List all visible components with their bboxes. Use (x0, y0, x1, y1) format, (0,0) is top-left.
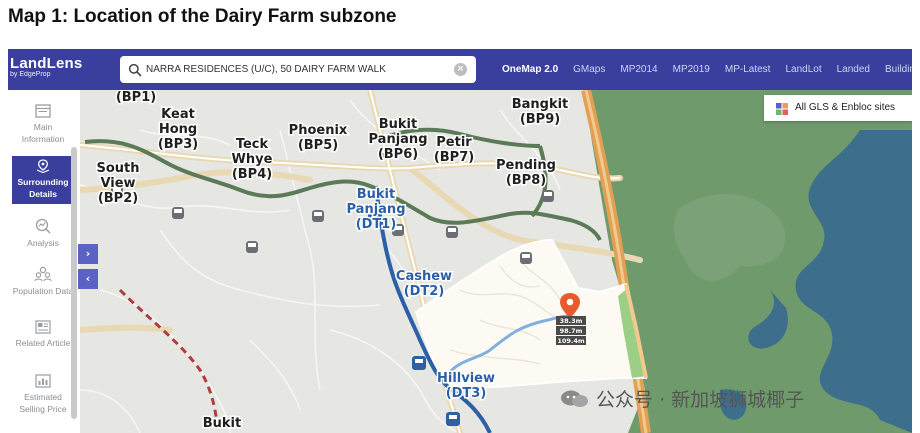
sidebar-item-estimated-selling-price[interactable]: Estimated Selling Price (12, 374, 74, 415)
train-icon (446, 226, 458, 238)
tab-onemap[interactable]: OneMap 2.0 (502, 64, 558, 75)
pin-layers-icon (36, 159, 50, 173)
app-name: LandLens (10, 55, 83, 72)
station-label-bukit: Bukit (203, 416, 241, 431)
mrt-icon (412, 356, 426, 370)
wechat-icon (560, 389, 590, 409)
tab-mp2019[interactable]: MP2019 (673, 64, 710, 75)
train-icon (312, 210, 324, 222)
gls-enbloc-button[interactable]: All GLS & Enbloc sites (764, 95, 912, 121)
sidebar-item-label: Population Data (12, 286, 74, 296)
window-icon (35, 104, 51, 118)
sidebar-item-related-article[interactable]: Related Article (12, 320, 74, 349)
app-logo[interactable]: LandLens by EdgeProp (10, 55, 82, 78)
station-label-bp1: (BP1) (116, 90, 156, 105)
tab-mp2014[interactable]: MP2014 (620, 64, 657, 75)
people-icon (34, 266, 52, 282)
station-label-bp3: Keat Hong (BP3) (158, 107, 198, 152)
sidebar-item-main-information[interactable]: Main Information (12, 104, 74, 145)
train-icon (542, 190, 554, 202)
sidebar-item-surrounding-details[interactable]: Surrounding Details (12, 156, 74, 204)
sidebar: Main Information Surrounding Details Ana… (8, 90, 80, 433)
page-title: Map 1: Location of the Dairy Farm subzon… (8, 6, 397, 27)
tab-landlot[interactable]: LandLot (785, 64, 821, 75)
expand-panel-button[interactable]: › (78, 244, 98, 264)
station-label-bp7: Petir (BP7) (434, 135, 474, 165)
chart-magnifier-icon (35, 218, 51, 234)
sidebar-item-label: Estimated Selling Price (19, 392, 67, 414)
tab-building[interactable]: Buildin (885, 64, 912, 75)
watermark-text: 公众号 · 新加坡狮城椰子 (596, 389, 805, 411)
newspaper-icon (35, 320, 51, 334)
app-byline: by EdgeProp (10, 71, 51, 78)
distance-labels: 38.3m 98.7m 109.4m (556, 316, 586, 345)
sidebar-item-label: Surrounding Details (17, 177, 69, 199)
mrt-icon (446, 412, 460, 426)
sidebar-scrollbar[interactable] (71, 147, 77, 419)
gls-button-label: All GLS & Enbloc sites (795, 102, 896, 113)
grid-icon (776, 103, 788, 115)
sidebar-item-analysis[interactable]: Analysis (12, 218, 74, 249)
basemap-tabs: OneMap 2.0 GMaps MP2014 MP2019 MP-Latest… (502, 49, 912, 90)
tab-landed[interactable]: Landed (837, 64, 870, 75)
watermark: 公众号 · 新加坡狮城椰子 (560, 385, 804, 412)
app-window: LandLens by EdgeProp × OneMap 2.0 GMaps … (8, 49, 912, 433)
station-label-bp4: Teck Whye (BP4) (232, 137, 273, 182)
search-icon (128, 63, 142, 77)
bar-chart-icon (35, 374, 51, 388)
search-box[interactable]: × (120, 56, 476, 83)
train-icon (520, 252, 532, 264)
sidebar-item-label: Related Article (15, 338, 71, 348)
tab-gmaps[interactable]: GMaps (573, 64, 605, 75)
station-label-dt2: Cashew (DT2) (396, 269, 452, 299)
tab-mp-latest[interactable]: MP-Latest (725, 64, 771, 75)
distance-label: 98.7m (560, 327, 583, 335)
train-icon (172, 207, 184, 219)
station-label-bp9: Bangkit (BP9) (512, 97, 569, 127)
distance-label: 109.4m (557, 337, 585, 345)
sidebar-item-label: Analysis (27, 238, 59, 248)
map-canvas[interactable]: (BP1) Keat Hong (BP3) Teck Whye (BP4) Phoeni… (80, 90, 912, 433)
search-input[interactable] (146, 59, 446, 80)
sidebar-item-label: Main Information (21, 122, 65, 144)
station-label-bp2: South View (BP2) (96, 161, 139, 206)
distance-label: 38.3m (560, 317, 583, 325)
top-navigation-bar: LandLens by EdgeProp × OneMap 2.0 GMaps … (8, 49, 912, 90)
train-icon (246, 241, 258, 253)
clear-search-icon[interactable]: × (454, 63, 467, 76)
sidebar-item-population-data[interactable]: Population Data (12, 266, 74, 297)
collapse-panel-button[interactable]: ‹ (78, 269, 98, 289)
